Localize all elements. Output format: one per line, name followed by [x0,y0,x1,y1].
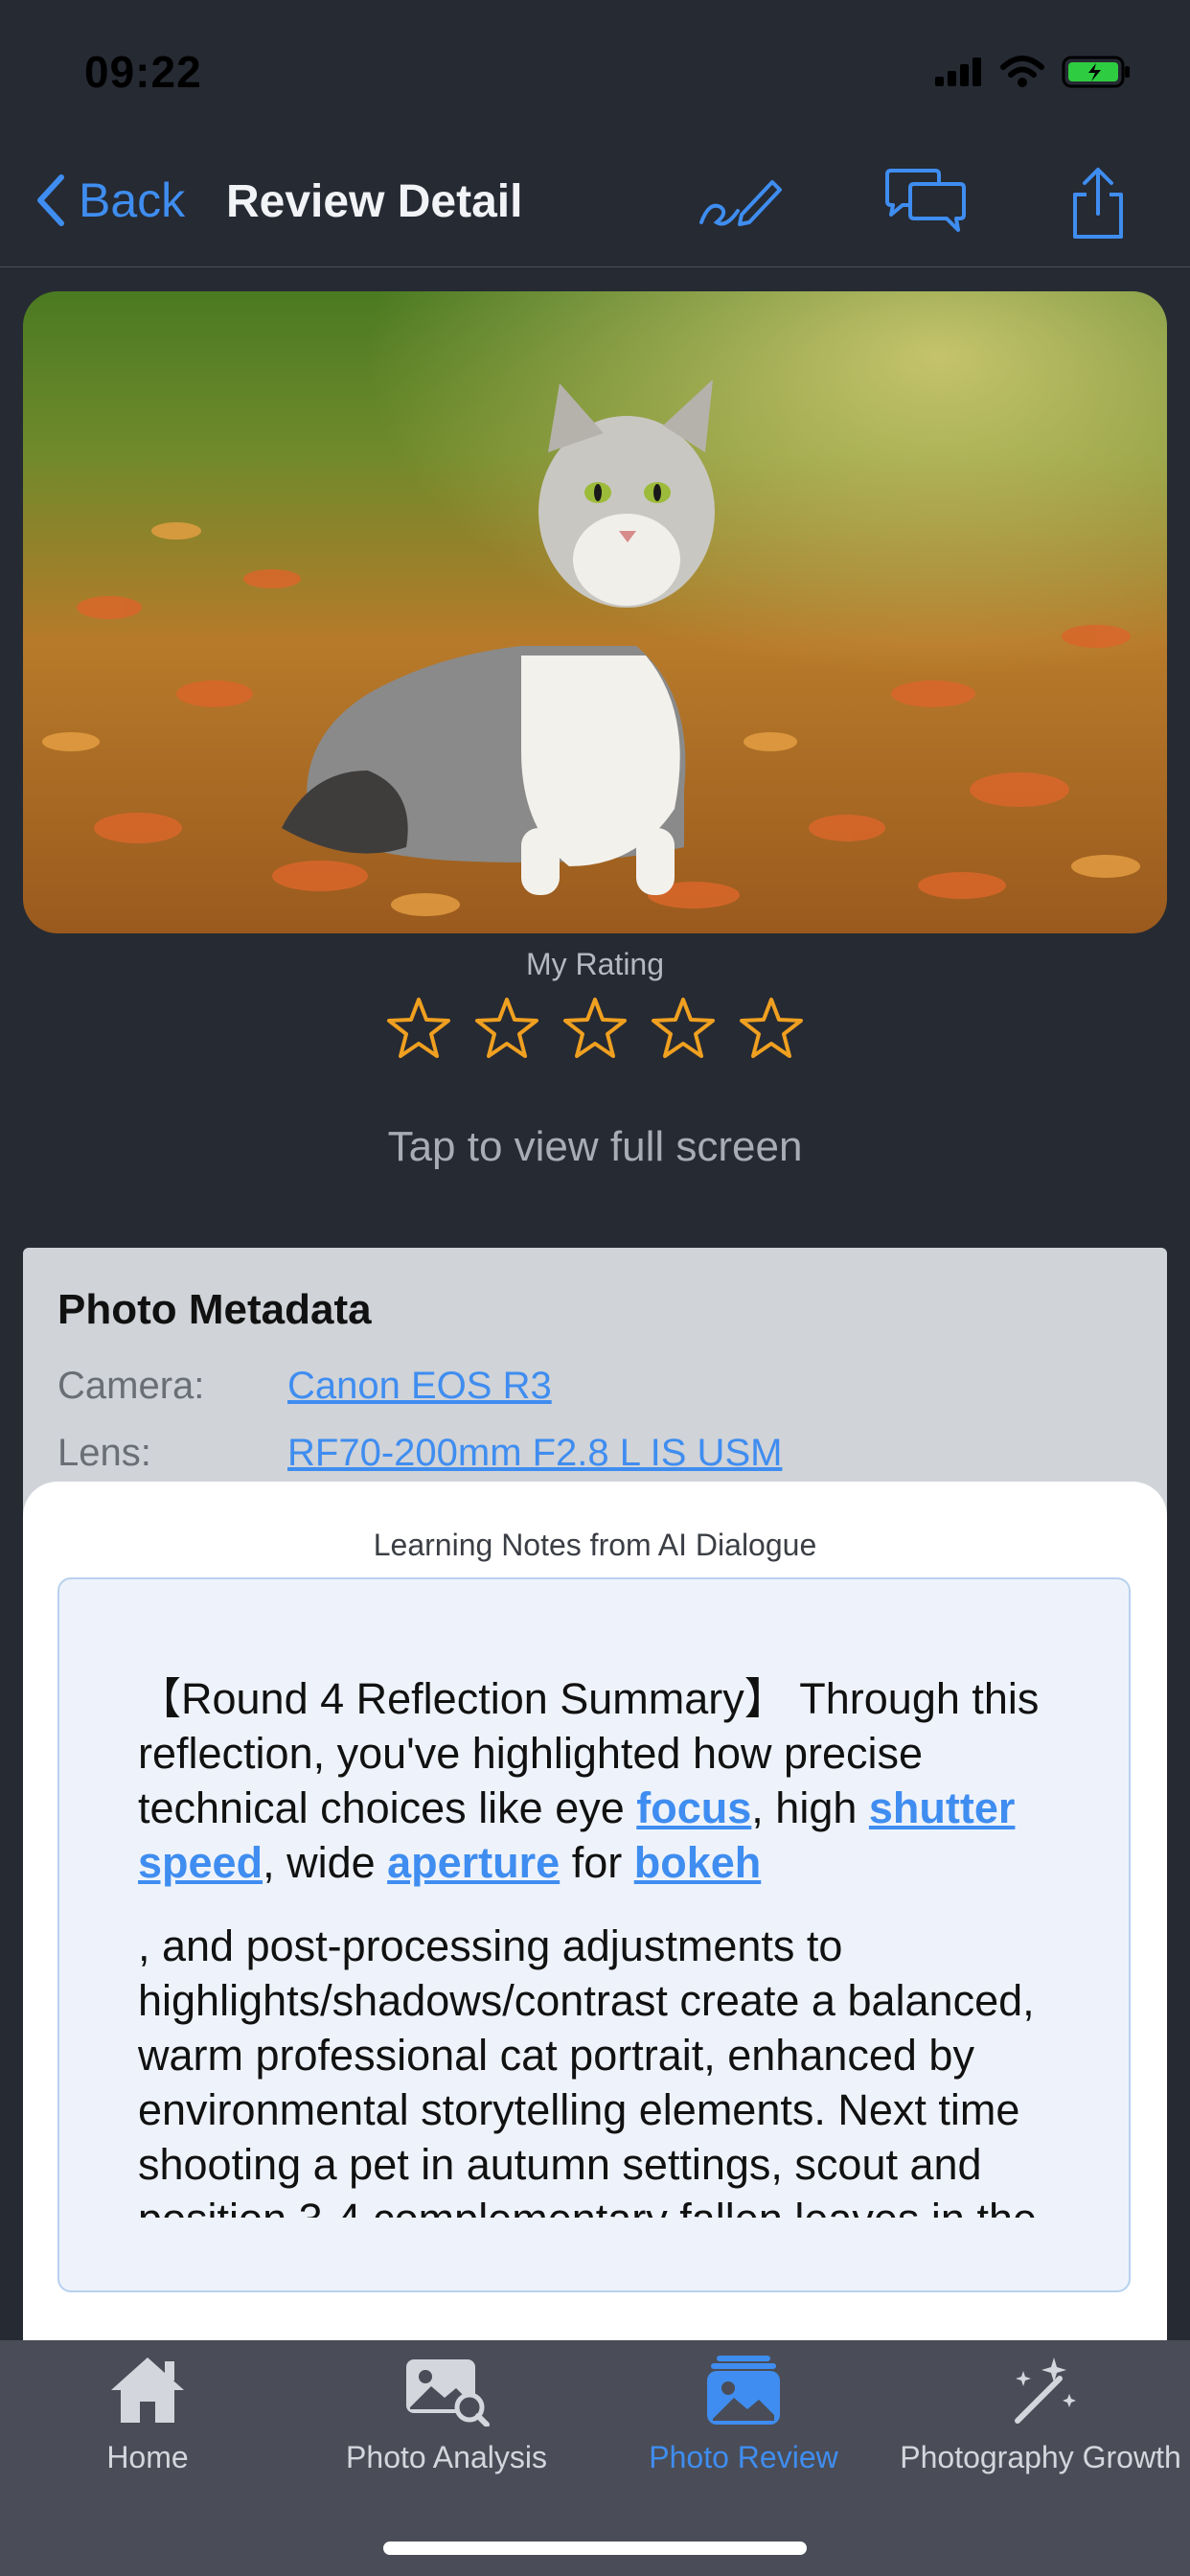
chat-button[interactable] [881,165,970,242]
tab-photography-growth[interactable]: Photography Growth [897,2354,1184,2475]
notes-text-segment: , and post-processing adjustments to [138,1921,843,1970]
notes-text: , and post-processing adjustments to hig… [138,1919,1058,2218]
photo-search-icon [406,2359,490,2426]
star-icon[interactable] [474,997,539,1060]
back-label: Back [79,173,186,227]
tab-label: Photo Review [649,2440,838,2474]
magic-wand-icon [1015,2358,1076,2424]
edit-button[interactable] [696,165,784,242]
notes-text-segment: / [320,1976,332,2025]
metadata-title: Photo Metadata [57,1286,372,1333]
house-icon [111,2358,184,2423]
wifi-icon [1000,56,1044,87]
star-icon[interactable] [386,997,451,1060]
keyword-link[interactable]: focus [636,1783,751,1832]
pencil-icon [699,180,782,226]
tab-label: Home [106,2440,189,2474]
keyword-link[interactable]: storytelling [421,2085,627,2134]
home-indicator[interactable] [383,2542,807,2555]
rating-label: My Rating [525,947,665,981]
keyword-link[interactable]: contrast [515,1976,668,2025]
star-icon[interactable] [562,997,628,1060]
notes-box[interactable]: 【Round 4 Reflection Summary】 Through thi… [57,1577,1131,2292]
status-time: 09:22 [84,47,202,97]
notes-text-segment: , wide [263,1838,388,1887]
notes-title: Learning Notes from AI Dialogue [373,1528,817,1562]
notes-text-segment: , high [751,1783,869,1832]
status-icons [935,56,1131,88]
tab-photo-review[interactable]: Photo Review [600,2354,887,2475]
cat-photo [23,291,1167,933]
back-button[interactable]: Back [34,172,185,228]
keyword-link[interactable]: highlights [138,1976,320,2025]
chevron-left-icon [37,174,64,226]
star-icon[interactable] [739,997,804,1060]
photo-stack-icon [707,2356,780,2425]
notes-text-segment: / [502,1976,515,2025]
tab-photo-analysis[interactable]: Photo Analysis [303,2354,590,2475]
page-title: Review Detail [226,176,523,227]
camera-link[interactable]: Canon EOS R3 [287,1365,552,1408]
share-icon [1073,168,1123,239]
review-photo[interactable] [23,291,1167,933]
keyword-link[interactable]: aperture [387,1838,560,1887]
star-icon[interactable] [651,997,716,1060]
chat-bubbles-icon [885,169,966,232]
tab-label: Photo Analysis [346,2440,547,2474]
keyword-link[interactable]: bokeh [634,1838,762,1887]
signal-icon [935,58,981,86]
tab-label: Photography Growth [900,2440,1181,2474]
camera-label: Camera: [57,1365,205,1407]
lens-label: Lens: [57,1432,151,1474]
notes-text: 【Round 4 Reflection Summary】 Through thi… [138,1671,1058,1919]
battery-icon [1062,56,1130,88]
fullscreen-hint[interactable]: Tap to view full screen [0,1123,1190,1171]
lens-link[interactable]: RF70-200mm F2.8 L IS USM [287,1432,782,1475]
tab-home[interactable]: Home [4,2354,291,2475]
star-rating[interactable] [0,997,1190,1060]
share-button[interactable] [1054,165,1142,242]
keyword-link[interactable]: shadows [332,1976,503,2025]
notes-text-segment: for [560,1838,634,1887]
